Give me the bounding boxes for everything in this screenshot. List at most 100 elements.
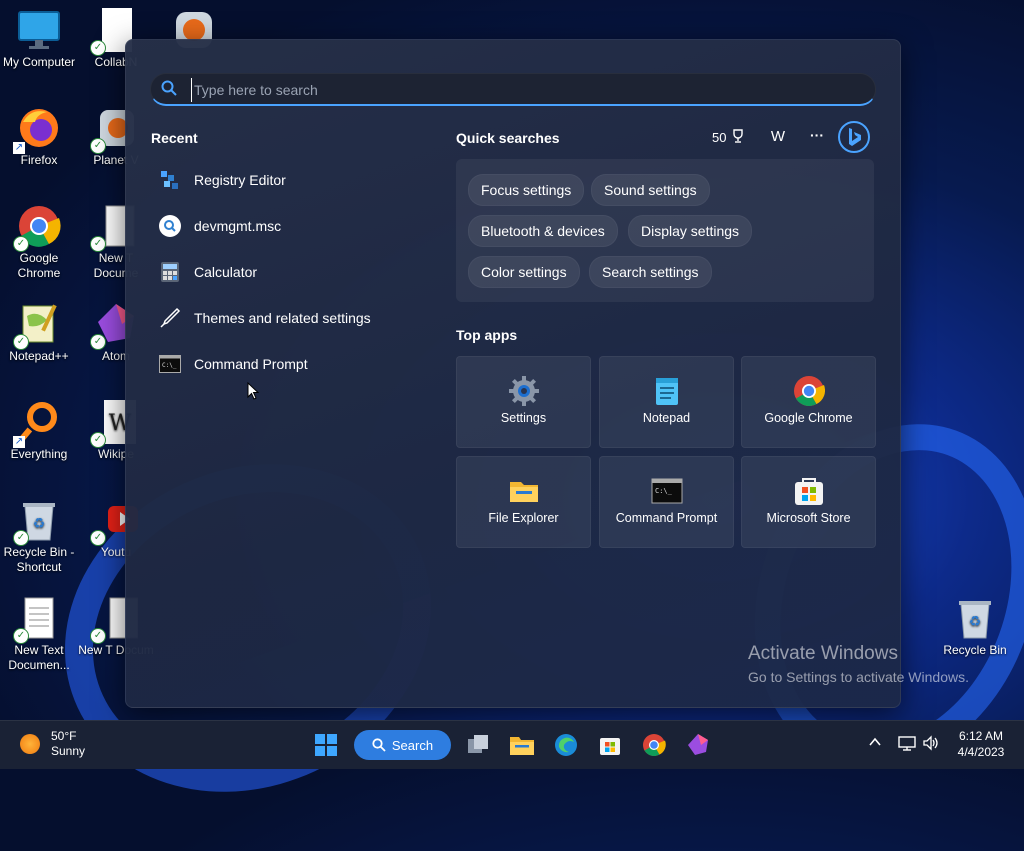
recent-item-command-prompt[interactable]: C:\_ Command Prompt <box>158 346 418 382</box>
app-tile-settings[interactable]: Settings <box>456 356 591 448</box>
taskbar-search-button[interactable]: Search <box>354 730 451 760</box>
app-tile-command-prompt[interactable]: C:\_ Command Prompt <box>599 456 734 548</box>
desktop-icon-label: New Text Documen... <box>8 643 70 672</box>
bing-icon[interactable] <box>838 121 870 153</box>
app-tile-notepad[interactable]: Notepad <box>599 356 734 448</box>
chrome-icon <box>793 375 825 407</box>
svg-text:C:\_: C:\_ <box>162 362 177 369</box>
quick-searches-box: Focus settings Sound settings Bluetooth … <box>456 159 874 302</box>
taskbar-edge[interactable] <box>550 729 582 761</box>
desktop-icon-label: Notepad++ <box>9 349 69 363</box>
desktop-icon-label: Everything <box>10 447 68 461</box>
more-options-button[interactable]: ··· <box>806 126 828 148</box>
recent-item-calculator[interactable]: Calculator <box>158 254 418 290</box>
desktop-icon-google-chrome[interactable]: ✓ Google Chrome <box>1 204 77 281</box>
recent-item-registry-editor[interactable]: Registry Editor <box>158 162 418 198</box>
pill-sound-settings[interactable]: Sound settings <box>591 174 710 206</box>
desktop-icon-notepadpp[interactable]: ✓ Notepad++ <box>1 302 77 364</box>
desktop-icon-label: Google Chrome <box>17 251 61 280</box>
taskbar-search-label: Search <box>391 737 434 753</box>
recycle-bin-icon: ♻ <box>953 596 997 640</box>
volume-icon <box>923 735 938 751</box>
desktop-icon-label: Recycle Bin - Shortcut <box>3 545 75 574</box>
search-input[interactable] <box>191 78 856 102</box>
search-icon <box>158 214 182 238</box>
task-view-button[interactable] <box>462 729 494 761</box>
windows-logo-icon <box>315 734 337 756</box>
monitor-icon <box>17 8 61 52</box>
app-tile-microsoft-store[interactable]: Microsoft Store <box>741 456 876 548</box>
svg-text:♻: ♻ <box>969 614 982 630</box>
store-icon <box>793 475 825 507</box>
brush-icon <box>158 306 182 330</box>
app-tile-label: File Explorer <box>488 511 559 525</box>
recent-item-label: Themes and related settings <box>194 310 371 326</box>
task-view-icon <box>468 735 488 753</box>
network-button[interactable] <box>898 735 916 754</box>
document-icon: ✓ <box>13 596 61 644</box>
recent-item-label: Calculator <box>194 264 258 280</box>
chrome-icon: ✓ <box>13 204 61 252</box>
pill-display-settings[interactable]: Display settings <box>628 215 753 247</box>
recent-item-devmgmt[interactable]: devmgmt.msc <box>158 208 418 244</box>
clock-time: 6:12 AM <box>958 729 1004 743</box>
points-value: 50 <box>712 130 727 145</box>
user-avatar[interactable]: W <box>767 126 789 148</box>
svg-text:♻: ♻ <box>33 516 46 532</box>
app-tile-label: Settings <box>500 411 547 425</box>
folder-icon <box>510 737 534 755</box>
recent-item-label: Command Prompt <box>194 356 308 372</box>
taskbar-file-explorer[interactable] <box>506 729 538 761</box>
quick-searches-title: Quick searches <box>456 130 560 146</box>
mouse-cursor-icon <box>247 382 259 400</box>
watermark-subtitle: Go to Settings to activate Windows. <box>748 669 969 685</box>
pill-color-settings[interactable]: Color settings <box>468 256 580 288</box>
notepadpp-icon: ✓ <box>13 302 61 350</box>
activate-windows-watermark: Activate Windows Go to Settings to activ… <box>748 643 969 685</box>
desktop-icon-label: My Computer <box>2 55 76 69</box>
taskbar-microsoft-store[interactable] <box>594 729 626 761</box>
pill-focus-settings[interactable]: Focus settings <box>468 174 585 206</box>
recent-item-label: devmgmt.msc <box>194 218 282 234</box>
show-hidden-icons-button[interactable] <box>868 735 882 752</box>
sun-icon <box>20 734 40 754</box>
volume-button[interactable] <box>922 735 940 754</box>
firefox-icon: ↗ <box>13 106 61 154</box>
weather-desc: Sunny <box>51 744 86 758</box>
folder-icon <box>508 475 540 507</box>
recent-item-label: Registry Editor <box>194 172 286 188</box>
start-button[interactable] <box>310 729 342 761</box>
app-tile-label: Notepad <box>642 411 691 425</box>
app-tile-file-explorer[interactable]: File Explorer <box>456 456 591 548</box>
app-tile-google-chrome[interactable]: Google Chrome <box>741 356 876 448</box>
rewards-points[interactable]: 50 <box>712 128 746 147</box>
taskbar-clock[interactable]: 6:12 AM 4/4/2023 <box>946 728 1016 760</box>
gear-icon <box>508 375 540 407</box>
search-panel: Recent Registry Editor devmgmt.msc Calcu… <box>125 39 901 708</box>
desktop-icon-new-text-document[interactable]: ✓ New Text Documen... <box>1 596 77 673</box>
desktop-icon-my-computer[interactable]: My Computer <box>1 8 77 70</box>
taskbar-atom[interactable] <box>682 729 714 761</box>
edge-icon <box>555 734 577 756</box>
atom-icon <box>688 734 708 755</box>
network-icon <box>898 736 916 751</box>
svg-text:C:\_: C:\_ <box>655 487 673 495</box>
taskbar-chrome[interactable] <box>638 729 670 761</box>
notepad-icon <box>651 375 683 407</box>
terminal-icon: C:\_ <box>158 352 182 376</box>
app-tile-label: Google Chrome <box>764 411 853 425</box>
pill-search-settings[interactable]: Search settings <box>589 256 712 288</box>
weather-widget[interactable]: 50°F Sunny <box>20 729 85 759</box>
recent-item-themes[interactable]: Themes and related settings <box>158 300 418 336</box>
weather-temp: 50°F <box>51 729 77 743</box>
taskbar: 50°F Sunny Search 6:12 AM 4/4/2023 <box>0 720 1024 769</box>
clock-date: 4/4/2023 <box>957 745 1005 759</box>
desktop-icon-everything[interactable]: ↗ Everything <box>1 400 77 462</box>
app-tile-label: Microsoft Store <box>766 511 851 525</box>
terminal-icon: C:\_ <box>651 475 683 507</box>
search-box[interactable] <box>150 73 876 106</box>
desktop-icon-recycle-bin-shortcut[interactable]: ♻ ✓ Recycle Bin - Shortcut <box>1 498 77 575</box>
pill-bluetooth-devices[interactable]: Bluetooth & devices <box>468 215 618 247</box>
desktop-icon-firefox[interactable]: ↗ Firefox <box>1 106 77 168</box>
calculator-icon <box>158 260 182 284</box>
